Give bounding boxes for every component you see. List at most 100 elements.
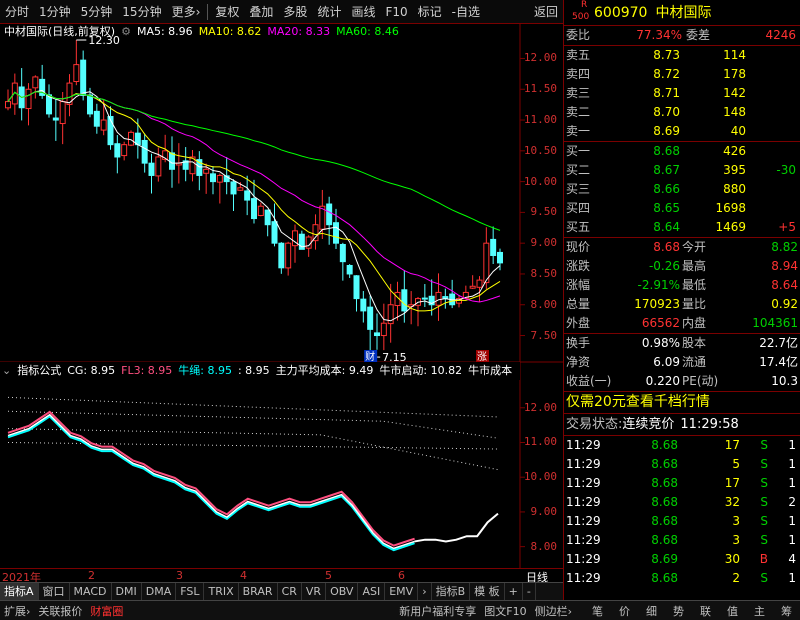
weibi-row: 委比 77.34% 委差 4246 xyxy=(564,26,800,45)
bottom-item[interactable]: 价 xyxy=(611,603,638,619)
dotted-band-lower xyxy=(7,428,499,471)
tab-item[interactable]: VR xyxy=(302,583,327,600)
status-time: 11:29:58 xyxy=(680,417,739,432)
fund-value: 22.7亿 xyxy=(759,336,798,350)
bottom-item[interactable]: 联 xyxy=(692,603,719,619)
toolbar-multi-stock[interactable]: 多股 xyxy=(278,0,312,24)
tab-item[interactable]: CR xyxy=(278,583,302,600)
main-axis-label: 11.50 xyxy=(523,82,557,96)
tick-time: 11:29 xyxy=(566,514,601,528)
quote-label: 涨跌 xyxy=(566,259,591,273)
tab-item[interactable]: ASI xyxy=(358,583,386,600)
buy-volume: 1469 xyxy=(715,220,746,234)
candle-body xyxy=(59,101,66,125)
quote-value: 8.94 xyxy=(771,259,798,273)
bottom-item[interactable]: 值 xyxy=(719,603,746,619)
buy-row[interactable]: 买一 8.68 426 xyxy=(564,142,800,161)
tab-item[interactable]: FSL xyxy=(176,583,205,600)
tick-direction: S xyxy=(760,533,768,547)
sell-row[interactable]: 卖五 8.73 114 xyxy=(564,46,800,65)
tick-price: 8.68 xyxy=(651,571,678,585)
fund-value: 17.4亿 xyxy=(759,355,798,369)
buy-price: 8.66 xyxy=(653,182,680,196)
x-axis: 2021年 2 3 4 5 6 日线 xyxy=(0,568,563,584)
toolbar-1min[interactable]: 1分钟 xyxy=(34,0,76,24)
indicator-info: ⌄ 指标公式 CG: 8.95 FL3: 8.95 牛绳: 8.95 : 8.9… xyxy=(0,362,520,380)
tab-item[interactable]: MACD xyxy=(70,583,112,600)
bottom-item[interactable]: 势 xyxy=(665,603,692,619)
buy-price: 8.67 xyxy=(653,163,680,177)
tick-price: 8.68 xyxy=(651,457,678,471)
bottom-item[interactable]: 细 xyxy=(638,603,665,619)
promo-row[interactable]: 仅需20元查看千档行情 xyxy=(564,392,800,413)
bottom-item[interactable]: 图文F10 xyxy=(480,603,530,619)
toolbar-f10[interactable]: F10 xyxy=(380,0,412,24)
sell-row[interactable]: 卖四 8.72 178 xyxy=(564,65,800,84)
bottom-item[interactable]: 主 xyxy=(746,603,773,619)
tab-item[interactable]: TRIX xyxy=(204,583,239,600)
tab-item[interactable]: 指标A xyxy=(0,583,39,600)
sell-volume: 178 xyxy=(723,67,746,81)
candle-body xyxy=(476,279,483,288)
tick-direction: B xyxy=(759,552,768,566)
sell-row[interactable]: 卖一 8.69 40 xyxy=(564,122,800,141)
tab-item[interactable]: - xyxy=(523,583,536,600)
sell-row[interactable]: 卖二 8.70 148 xyxy=(564,103,800,122)
bottom-item[interactable]: 侧边栏› xyxy=(531,603,576,619)
bottom-item[interactable]: 关联报价 xyxy=(34,603,86,619)
tab-item[interactable]: + xyxy=(505,583,523,600)
quote-value: 170923 xyxy=(634,297,680,311)
buy-row[interactable]: 买四 8.65 1698 xyxy=(564,199,800,218)
tab-item[interactable]: 模 板 xyxy=(470,583,505,600)
toolbar-statistics[interactable]: 统计 xyxy=(312,0,346,24)
x-axis-label: 6 xyxy=(398,569,405,582)
bottom-item[interactable]: 筹 xyxy=(773,603,800,619)
sell-price: 8.72 xyxy=(653,67,680,81)
tab-item[interactable]: OBV xyxy=(326,583,359,600)
kline-chart-svg[interactable]: 12.307.15财涨 xyxy=(0,24,563,580)
candle-body xyxy=(80,59,87,96)
main-axis-label: 9.00 xyxy=(530,236,558,250)
toolbar-5min[interactable]: 5分钟 xyxy=(76,0,118,24)
sell-label: 卖三 xyxy=(566,86,591,100)
bottom-item[interactable]: 笔 xyxy=(584,603,611,619)
toolbar-mark[interactable]: 标记 xyxy=(413,0,447,24)
buy-row[interactable]: 买三 8.66 880 xyxy=(564,180,800,199)
sell-row[interactable]: 卖三 8.71 142 xyxy=(564,84,800,103)
settings-icon[interactable]: ⚙ xyxy=(121,24,131,40)
tab-item[interactable]: EMV xyxy=(385,583,419,600)
indicator-axis-label: 12.00 xyxy=(523,400,557,414)
tick-list[interactable]: 11:29 8.68 17 S 1 11:29 8.68 5 S 1 11:29 8.68 17 S 1 11… xyxy=(564,436,800,588)
toolbar-back[interactable]: 返回 xyxy=(529,0,563,24)
toolbar-fuquan[interactable]: 复权 xyxy=(210,0,244,24)
tab-item[interactable]: DMI xyxy=(112,583,142,600)
toolbar-minute[interactable]: 分时 xyxy=(0,0,34,24)
toolbar-15min[interactable]: 15分钟 xyxy=(117,0,166,24)
toolbar-draw-line[interactable]: 画线 xyxy=(346,0,380,24)
tab-item[interactable]: BRAR xyxy=(239,583,278,600)
tab-item[interactable]: › xyxy=(418,583,432,600)
tick-count: 1 xyxy=(788,571,796,585)
tab-item[interactable]: 窗口 xyxy=(39,583,70,600)
chart-area[interactable]: 12.30 7.15 财涨 中材国际(日线,前复权) ⚙ MA5: 8.96 MA1… xyxy=(0,24,563,584)
candle-body xyxy=(87,94,93,115)
buy-row[interactable]: 买五 8.64 1469 +5 xyxy=(564,218,800,237)
quote-value: 104361 xyxy=(752,316,798,330)
bottom-item[interactable]: 新用户福利专享 xyxy=(395,603,480,619)
promo-text[interactable]: 仅需20元查看千档行情 xyxy=(564,392,710,413)
candle-body xyxy=(333,222,339,244)
tab-item[interactable]: 指标B xyxy=(432,583,471,600)
chevron-down-icon[interactable]: ⌄ xyxy=(2,362,11,380)
fund-value: 0.98% xyxy=(641,336,680,350)
toolbar-add-watchlist[interactable]: -自选 xyxy=(447,0,485,24)
bottom-item[interactable]: 扩展› xyxy=(0,603,34,619)
sell-label: 卖二 xyxy=(566,105,591,119)
bottom-item[interactable]: 财富圈 xyxy=(86,603,127,619)
buy-row[interactable]: 买二 8.67 395 -30 xyxy=(564,161,800,180)
fund-label: 净资 xyxy=(566,355,591,369)
tab-item[interactable]: DMA xyxy=(142,583,177,600)
candle-body xyxy=(497,251,503,264)
indicator-name[interactable]: 指标公式 xyxy=(17,362,61,380)
toolbar-more[interactable]: 更多› xyxy=(167,0,206,24)
toolbar-overlay[interactable]: 叠加 xyxy=(244,0,278,24)
